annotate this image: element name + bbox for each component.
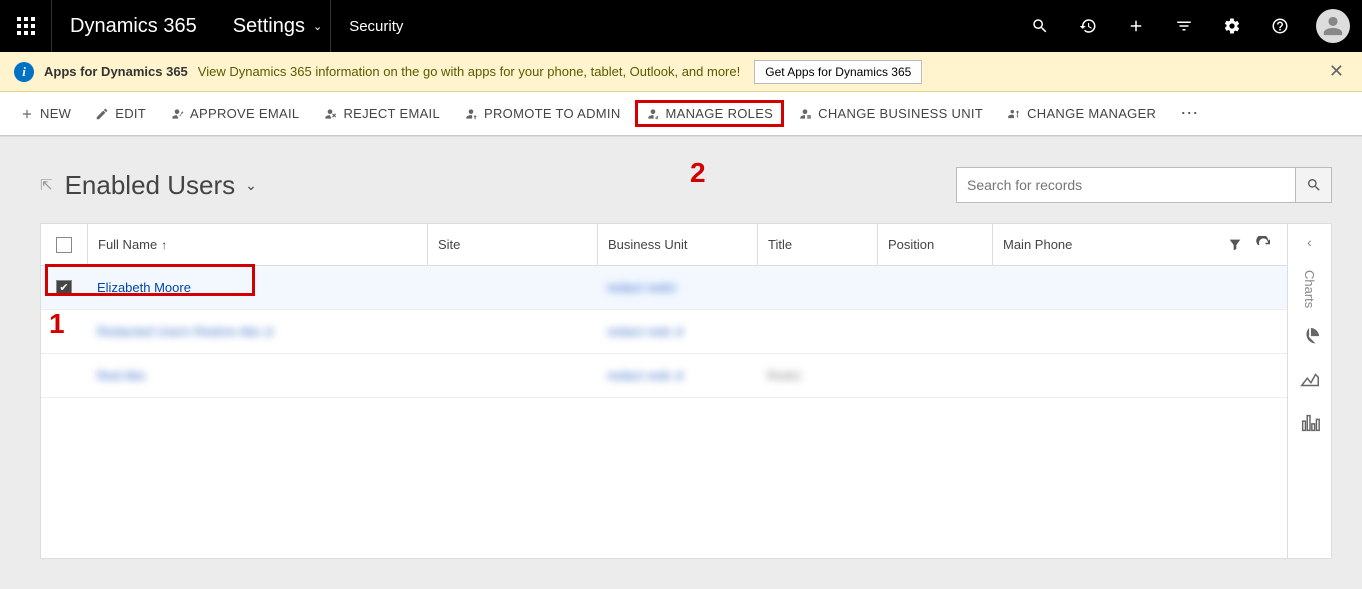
plus-icon [1127,17,1145,35]
pin-icon[interactable]: ⇱ [40,176,53,194]
bu-value: redact redc d [607,368,683,383]
user-x-icon [323,107,337,121]
get-apps-button[interactable]: Get Apps for Dynamics 365 [754,60,922,84]
search-input[interactable] [956,167,1296,203]
top-navbar: Dynamics 365 Settings ⌄ Security [0,0,1362,52]
view-selector[interactable]: Enabled Users ⌄ [65,170,257,201]
new-button[interactable]: NEW [10,100,81,127]
change-business-unit-button[interactable]: CHANGE BUSINESS UNIT [788,100,993,127]
refresh-icon[interactable] [1255,236,1273,254]
search-button[interactable] [1296,167,1332,203]
bar-chart-button[interactable] [1299,412,1321,437]
cmd-label: MANAGE ROLES [666,106,774,121]
col-site[interactable]: Site [427,224,597,265]
plus-icon [20,107,34,121]
user-swap-icon [1007,107,1021,121]
user-up-icon [464,107,478,121]
cmd-label: EDIT [115,106,146,121]
user-key-icon [646,107,660,121]
cmd-label: REJECT EMAIL [343,106,440,121]
manage-roles-button[interactable]: MANAGE ROLES [635,100,785,127]
app-launcher-button[interactable] [0,0,52,52]
title-value: Redct [767,368,801,383]
checkbox-icon [56,237,72,253]
change-manager-button[interactable]: CHANGE MANAGER [997,100,1166,127]
col-main-phone[interactable]: Main Phone [992,224,1107,265]
bar-chart-icon [1299,412,1321,434]
global-search-button[interactable] [1016,0,1064,52]
table-row[interactable]: ✔ Elizabeth Moore redact redct [41,266,1287,310]
records-grid: Full Name Site Business Unit Title Posit… [41,224,1287,558]
filter-icon[interactable] [1227,237,1243,253]
notification-bar: i Apps for Dynamics 365 View Dynamics 36… [0,52,1362,92]
funnel-icon [1175,17,1193,35]
notification-text: View Dynamics 365 information on the go … [198,64,740,79]
search-icon [1306,177,1322,193]
user-check-icon [170,107,184,121]
edit-button[interactable]: EDIT [85,100,156,127]
search-records [956,167,1332,203]
person-icon [1322,15,1344,37]
recent-button[interactable] [1064,0,1112,52]
user-name-link[interactable]: Red Abc [97,368,146,383]
user-avatar[interactable] [1316,9,1350,43]
approve-email-button[interactable]: APPROVE EMAIL [160,100,309,127]
cmd-label: APPROVE EMAIL [190,106,299,121]
command-bar: NEW EDIT APPROVE EMAIL REJECT EMAIL PROM… [0,92,1362,136]
user-name-link[interactable]: Redacted Usern Rednm Abc d [97,324,273,339]
view-area: 2 ⇱ Enabled Users ⌄ Full Name Site Busin… [0,136,1362,589]
view-title: Enabled Users [65,170,236,201]
pie-chart-icon [1299,326,1321,348]
charts-label: Charts [1302,270,1317,308]
select-all-column[interactable] [41,224,87,265]
info-icon: i [14,62,34,82]
pie-chart-button[interactable] [1299,326,1321,351]
cmd-label: NEW [40,106,71,121]
grid-container: Full Name Site Business Unit Title Posit… [40,223,1332,559]
area-label: Settings [233,15,305,38]
promote-admin-button[interactable]: PROMOTE TO ADMIN [454,100,631,127]
building-icon [798,107,812,121]
gear-icon [1223,17,1241,35]
advanced-filter-button[interactable] [1160,0,1208,52]
chevron-down-icon: ⌄ [245,177,257,194]
brand-title: Dynamics 365 [52,15,215,38]
col-title[interactable]: Title [757,224,877,265]
cmd-label: PROMOTE TO ADMIN [484,106,621,121]
help-icon [1271,17,1289,35]
cmd-label: CHANGE MANAGER [1027,106,1156,121]
col-fullname[interactable]: Full Name [87,224,427,265]
help-button[interactable] [1256,0,1304,52]
pencil-icon [95,107,109,121]
settings-button[interactable] [1208,0,1256,52]
table-row[interactable]: Red Abc redact redc d Redct [41,354,1287,398]
bu-value: redact redc d [607,324,683,339]
quick-create-button[interactable] [1112,0,1160,52]
view-header: ⇱ Enabled Users ⌄ [40,167,1362,203]
row-checkbox[interactable]: ✔ [41,280,87,296]
more-commands-button[interactable]: ⋯ [1170,103,1210,124]
waffle-icon [17,17,35,35]
chevron-down-icon: ⌄ [313,20,322,33]
user-name-link[interactable]: Elizabeth Moore [97,280,191,295]
close-notification-button[interactable]: ✕ [1325,61,1348,82]
area-chart-icon [1299,369,1321,391]
charts-pane: ‹ Charts [1287,224,1331,558]
clock-icon [1079,17,1097,35]
expand-charts-button[interactable]: ‹ [1307,234,1312,250]
table-row[interactable]: Redacted Usern Rednm Abc d redact redc d [41,310,1287,354]
bu-value: redact redct [607,280,676,295]
area-dropdown[interactable]: Settings ⌄ [215,15,330,38]
search-icon [1031,17,1049,35]
grid-header: Full Name Site Business Unit Title Posit… [41,224,1287,266]
col-business-unit[interactable]: Business Unit [597,224,757,265]
notification-title: Apps for Dynamics 365 [44,64,188,79]
area-chart-button[interactable] [1299,369,1321,394]
cmd-label: CHANGE BUSINESS UNIT [818,106,983,121]
subarea-label: Security [330,0,421,52]
checkbox-checked-icon: ✔ [56,280,72,296]
reject-email-button[interactable]: REJECT EMAIL [313,100,450,127]
col-position[interactable]: Position [877,224,992,265]
